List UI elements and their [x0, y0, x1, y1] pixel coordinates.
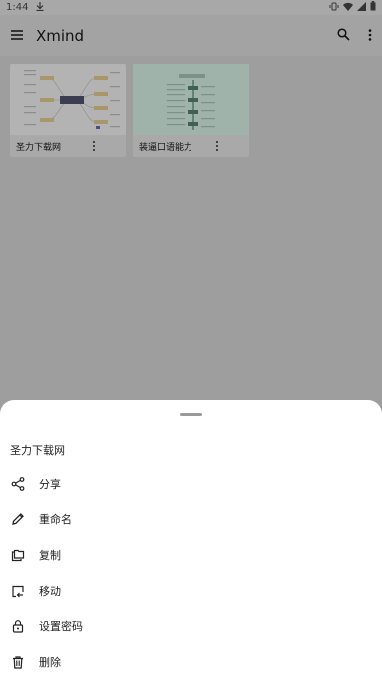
- sheet-drag-handle[interactable]: [180, 413, 202, 416]
- menu-item-rename[interactable]: 重命名: [0, 504, 382, 534]
- menu-item-label: 重命名: [39, 513, 72, 526]
- app-bar: Xmind: [0, 15, 382, 56]
- file-actions-sheet: 圣力下载网 分享 重命名 复制 移动 设置密码 删除: [0, 400, 382, 680]
- search-icon[interactable]: [337, 26, 350, 45]
- menu-item-label: 复制: [39, 549, 61, 562]
- menu-item-label: 移动: [39, 585, 61, 598]
- hamburger-menu-icon[interactable]: [10, 26, 24, 45]
- wifi-icon: [343, 2, 353, 14]
- menu-item-delete[interactable]: 删除: [0, 647, 382, 677]
- signal-icon: [357, 1, 366, 14]
- file-more-icon[interactable]: [191, 140, 243, 152]
- file-card[interactable]: 装逼口语能力: [133, 64, 249, 157]
- menu-item-label: 删除: [39, 656, 61, 669]
- move-icon: [10, 583, 26, 599]
- status-time: 1:44: [6, 2, 29, 13]
- file-name: 圣力下载网: [16, 142, 62, 153]
- status-bar: 1:44: [0, 0, 382, 15]
- menu-item-set-password[interactable]: 设置密码: [0, 611, 382, 641]
- file-thumbnail: [133, 64, 249, 135]
- menu-item-move[interactable]: 移动: [0, 576, 382, 606]
- vibrate-icon: [329, 2, 339, 14]
- trash-icon: [10, 654, 26, 670]
- app-title: Xmind: [36, 26, 85, 45]
- battery-icon: [370, 1, 376, 14]
- file-thumbnail: [10, 64, 126, 135]
- download-arrow-icon: [36, 1, 44, 14]
- more-vert-icon[interactable]: [368, 26, 372, 45]
- sheet-title: 圣力下载网: [10, 444, 65, 457]
- file-name: 装逼口语能力: [139, 142, 191, 153]
- menu-item-label: 分享: [39, 478, 61, 491]
- copy-icon: [10, 547, 26, 563]
- menu-item-copy[interactable]: 复制: [0, 540, 382, 570]
- menu-item-share[interactable]: 分享: [0, 469, 382, 499]
- lock-icon: [10, 618, 26, 634]
- file-card[interactable]: 圣力下载网: [10, 64, 126, 157]
- menu-item-label: 设置密码: [39, 620, 83, 633]
- file-more-icon[interactable]: [68, 140, 120, 152]
- pencil-icon: [10, 511, 26, 527]
- share-icon: [10, 476, 26, 492]
